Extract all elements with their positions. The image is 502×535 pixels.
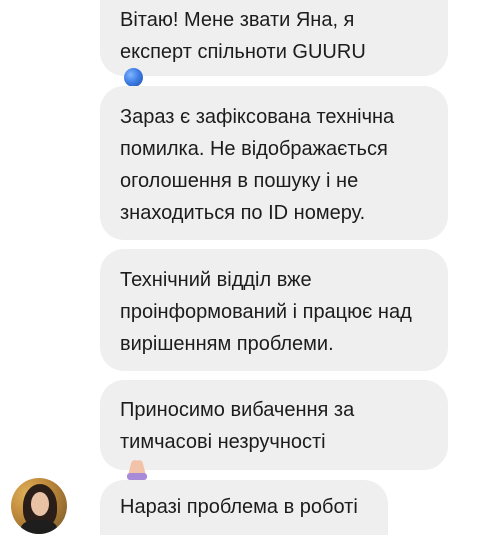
message-text: Наразі проблема в роботі	[120, 496, 358, 518]
message-text: Технічний відділ вже проінформований і п…	[120, 269, 412, 355]
message-bubble: Приносимо вибачення за тимчасові незручн…	[100, 380, 448, 480]
message-bubble: Технічний відділ вже проінформований і п…	[100, 249, 448, 371]
agent-avatar[interactable]	[11, 478, 67, 534]
globe-icon	[124, 68, 143, 87]
message-text: Зараз є зафіксована технічна помилка. Не…	[120, 106, 395, 224]
message-bubble: Зараз є зафіксована технічна помилка. Не…	[100, 86, 448, 240]
chat-thread: Вітаю! Мене звати Яна, я експерт спільно…	[0, 0, 502, 535]
message-text: Вітаю! Мене звати Яна, я експерт спільно…	[120, 4, 428, 87]
folded-hands-icon	[126, 458, 148, 480]
message-bubble: Наразі проблема в роботі	[100, 480, 388, 535]
message-text: Приносимо вибачення за тимчасові незручн…	[120, 394, 428, 480]
message-bubble: Вітаю! Мене звати Яна, я експерт спільно…	[100, 0, 448, 87]
